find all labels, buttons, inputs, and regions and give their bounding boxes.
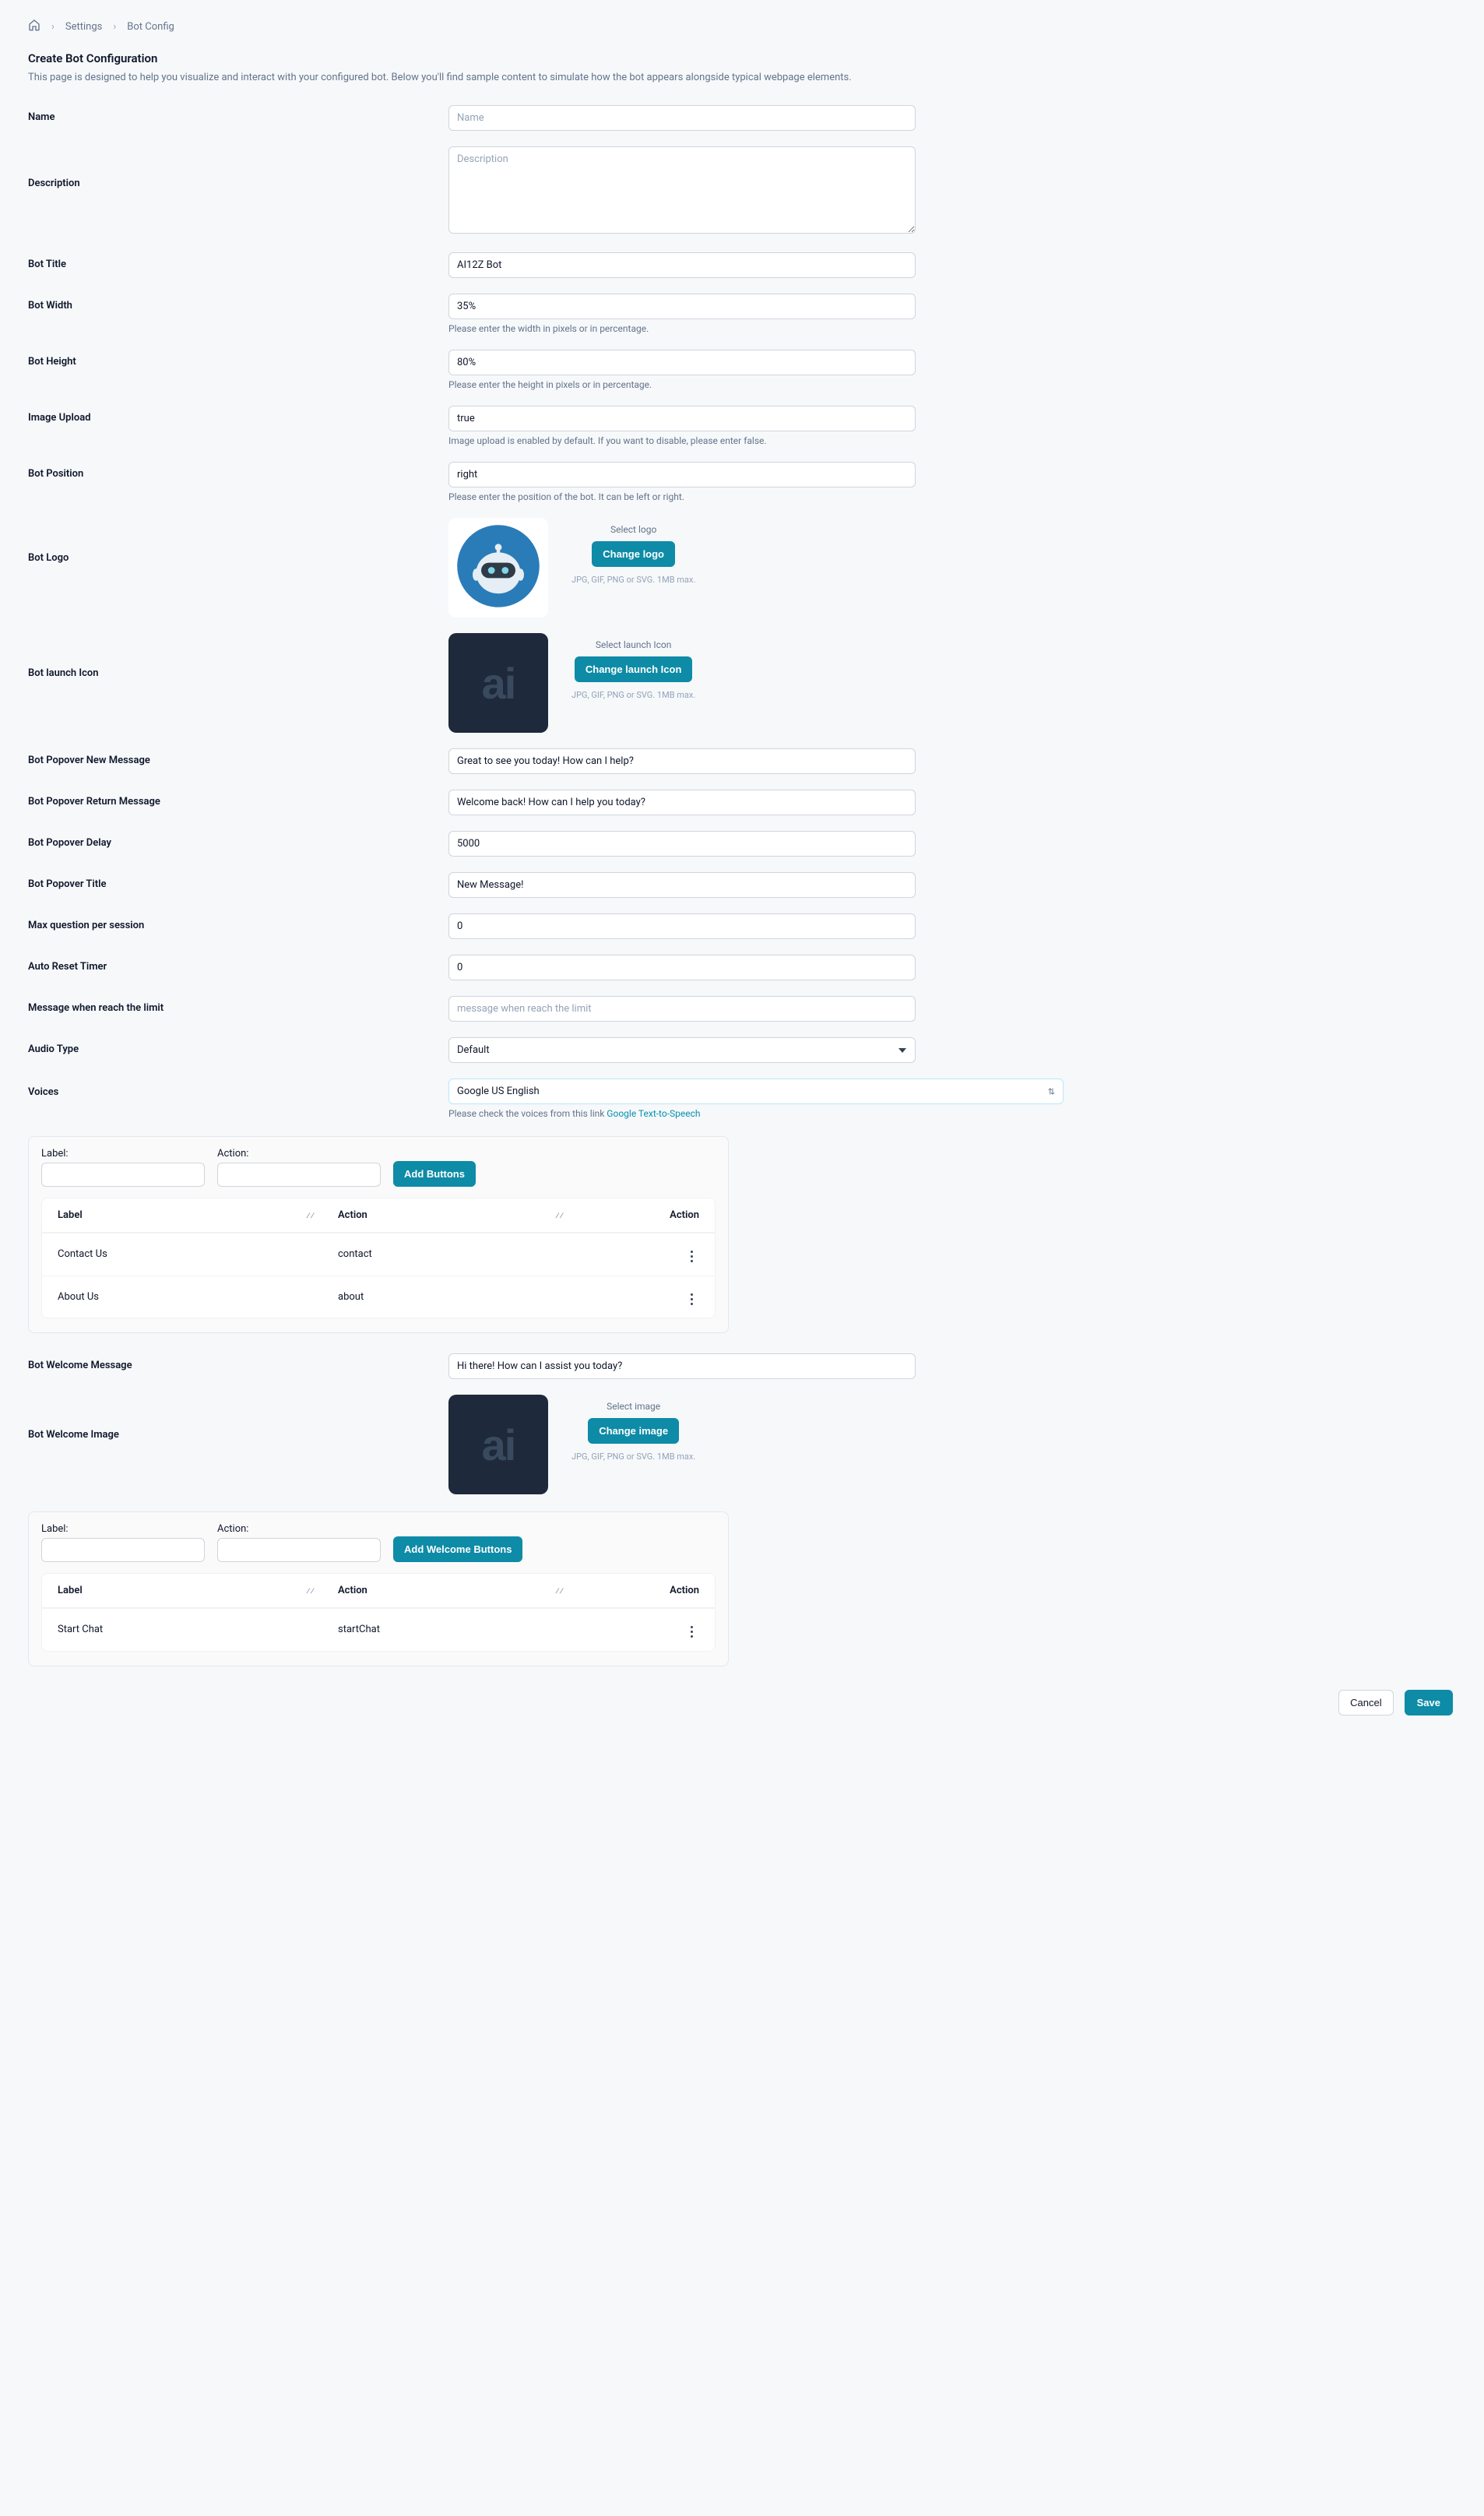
add-buttons-button[interactable]: Add Buttons [393, 1161, 476, 1187]
select-launch-label: Select launch Icon [596, 639, 672, 650]
label-description: Description [28, 146, 448, 189]
launch-file-hint: JPG, GIF, PNG or SVG. 1MB max. [571, 690, 695, 700]
bot-height-input[interactable] [448, 350, 916, 375]
auto-reset-input[interactable] [448, 955, 916, 980]
popover-new-input[interactable] [448, 748, 916, 774]
change-launch-icon-button[interactable]: Change launch Icon [575, 656, 693, 682]
th-action2: Action [587, 1209, 699, 1221]
label-popover-title: Bot Popover Title [28, 872, 448, 890]
buttons-card: Label: Action: Add Buttons Label ⁄⁄ Actio… [28, 1136, 729, 1333]
add-welcome-buttons-button[interactable]: Add Welcome Buttons [393, 1536, 522, 1562]
help-bot-position: Please enter the position of the bot. It… [448, 491, 916, 502]
chevron-right-icon: › [51, 21, 55, 33]
label-voices: Voices [28, 1079, 448, 1098]
logo-file-hint: JPG, GIF, PNG or SVG. 1MB max. [571, 575, 695, 585]
cancel-button[interactable]: Cancel [1338, 1690, 1393, 1715]
resize-handle-icon[interactable]: ⁄⁄ [555, 1585, 564, 1596]
description-input[interactable] [448, 146, 916, 234]
image-upload-input[interactable] [448, 406, 916, 431]
save-button[interactable]: Save [1405, 1690, 1453, 1715]
welcome-buttons-table: Label ⁄⁄ Action ⁄⁄ Action Start Chat start… [41, 1573, 716, 1652]
buttons-action-input[interactable] [217, 1163, 381, 1187]
bot-width-input[interactable] [448, 294, 916, 319]
help-image-upload: Image upload is enabled by default. If y… [448, 435, 916, 446]
help-voices: Please check the voices from this link G… [448, 1108, 1064, 1119]
popover-title-input[interactable] [448, 872, 916, 898]
welcome-action-input[interactable] [217, 1538, 381, 1562]
welcome-message-input[interactable] [448, 1353, 916, 1379]
resize-handle-icon[interactable]: ⁄⁄ [555, 1210, 564, 1221]
resize-handle-icon[interactable]: ⁄⁄ [306, 1585, 315, 1596]
limit-message-input[interactable] [448, 996, 916, 1022]
th-label: Label [58, 1209, 83, 1221]
breadcrumb: › Settings › Bot Config [28, 19, 1456, 34]
change-logo-button[interactable]: Change logo [592, 541, 675, 567]
label-popover-delay: Bot Popover Delay [28, 831, 448, 849]
th-label: Label [58, 1585, 83, 1596]
label-limit-message: Message when reach the limit [28, 996, 448, 1014]
label-audio-type: Audio Type [28, 1037, 448, 1055]
label-bot-height: Bot Height [28, 350, 448, 368]
table-row: Start Chat startChat [42, 1608, 715, 1651]
voices-value: Google US English [457, 1086, 540, 1097]
welcome-label-input[interactable] [41, 1538, 205, 1562]
welcome-action-label: Action: [217, 1523, 381, 1535]
buttons-label-label: Label: [41, 1148, 205, 1159]
audio-type-select[interactable]: Default [448, 1037, 916, 1063]
help-bot-width: Please enter the width in pixels or in p… [448, 323, 916, 334]
buttons-label-input[interactable] [41, 1163, 205, 1187]
page-title: Create Bot Configuration [28, 51, 1456, 65]
name-input[interactable] [448, 105, 916, 131]
bot-title-input[interactable] [448, 252, 916, 278]
label-welcome-image: Bot Welcome Image [28, 1395, 448, 1441]
breadcrumb-settings[interactable]: Settings [65, 21, 102, 33]
popover-delay-input[interactable] [448, 831, 916, 857]
welcome-buttons-card: Label: Action: Add Welcome Buttons Label… [28, 1511, 729, 1666]
voices-combobox[interactable]: Google US English ⇅ [448, 1079, 1064, 1104]
select-image-label: Select image [607, 1401, 660, 1412]
th-action: Action [338, 1585, 367, 1596]
breadcrumb-bot-config: Bot Config [127, 21, 174, 33]
row-menu-icon[interactable] [684, 1249, 699, 1265]
label-welcome-message: Bot Welcome Message [28, 1353, 448, 1371]
chevron-updown-icon: ⇅ [1048, 1086, 1055, 1096]
launch-icon-thumbnail: ai [448, 633, 548, 733]
label-bot-position: Bot Position [28, 462, 448, 480]
resize-handle-icon[interactable]: ⁄⁄ [306, 1210, 315, 1221]
welcome-label-label: Label: [41, 1523, 205, 1535]
label-bot-launch-icon: Bot launch Icon [28, 633, 448, 679]
label-bot-width: Bot Width [28, 294, 448, 311]
max-question-input[interactable] [448, 913, 916, 939]
buttons-table: Label ⁄⁄ Action ⁄⁄ Action Contact Us conta… [41, 1198, 716, 1318]
home-icon[interactable] [28, 19, 40, 34]
help-bot-height: Please enter the height in pixels or in … [448, 379, 916, 390]
th-action2: Action [587, 1585, 699, 1596]
label-auto-reset: Auto Reset Timer [28, 955, 448, 973]
page-subtitle: This page is designed to help you visual… [28, 72, 1456, 83]
image-file-hint: JPG, GIF, PNG or SVG. 1MB max. [571, 1452, 695, 1462]
label-max-question: Max question per session [28, 913, 448, 931]
table-row: About Us about [42, 1276, 715, 1318]
label-name: Name [28, 105, 448, 123]
label-bot-logo: Bot Logo [28, 518, 448, 564]
buttons-action-label: Action: [217, 1148, 381, 1159]
label-bot-title: Bot Title [28, 252, 448, 270]
bot-logo-thumbnail [448, 518, 548, 618]
label-popover-new: Bot Popover New Message [28, 748, 448, 766]
voices-link[interactable]: Google Text-to-Speech [607, 1108, 700, 1119]
label-image-upload: Image Upload [28, 406, 448, 424]
label-popover-return: Bot Popover Return Message [28, 790, 448, 808]
popover-return-input[interactable] [448, 790, 916, 815]
welcome-image-thumbnail: ai [448, 1395, 548, 1494]
chevron-right-icon: › [113, 21, 116, 33]
change-image-button[interactable]: Change image [588, 1418, 679, 1444]
th-action: Action [338, 1209, 367, 1221]
row-menu-icon[interactable] [684, 1291, 699, 1307]
table-row: Contact Us contact [42, 1233, 715, 1276]
select-logo-label: Select logo [610, 524, 656, 535]
row-menu-icon[interactable] [684, 1624, 699, 1640]
bot-position-input[interactable] [448, 462, 916, 487]
